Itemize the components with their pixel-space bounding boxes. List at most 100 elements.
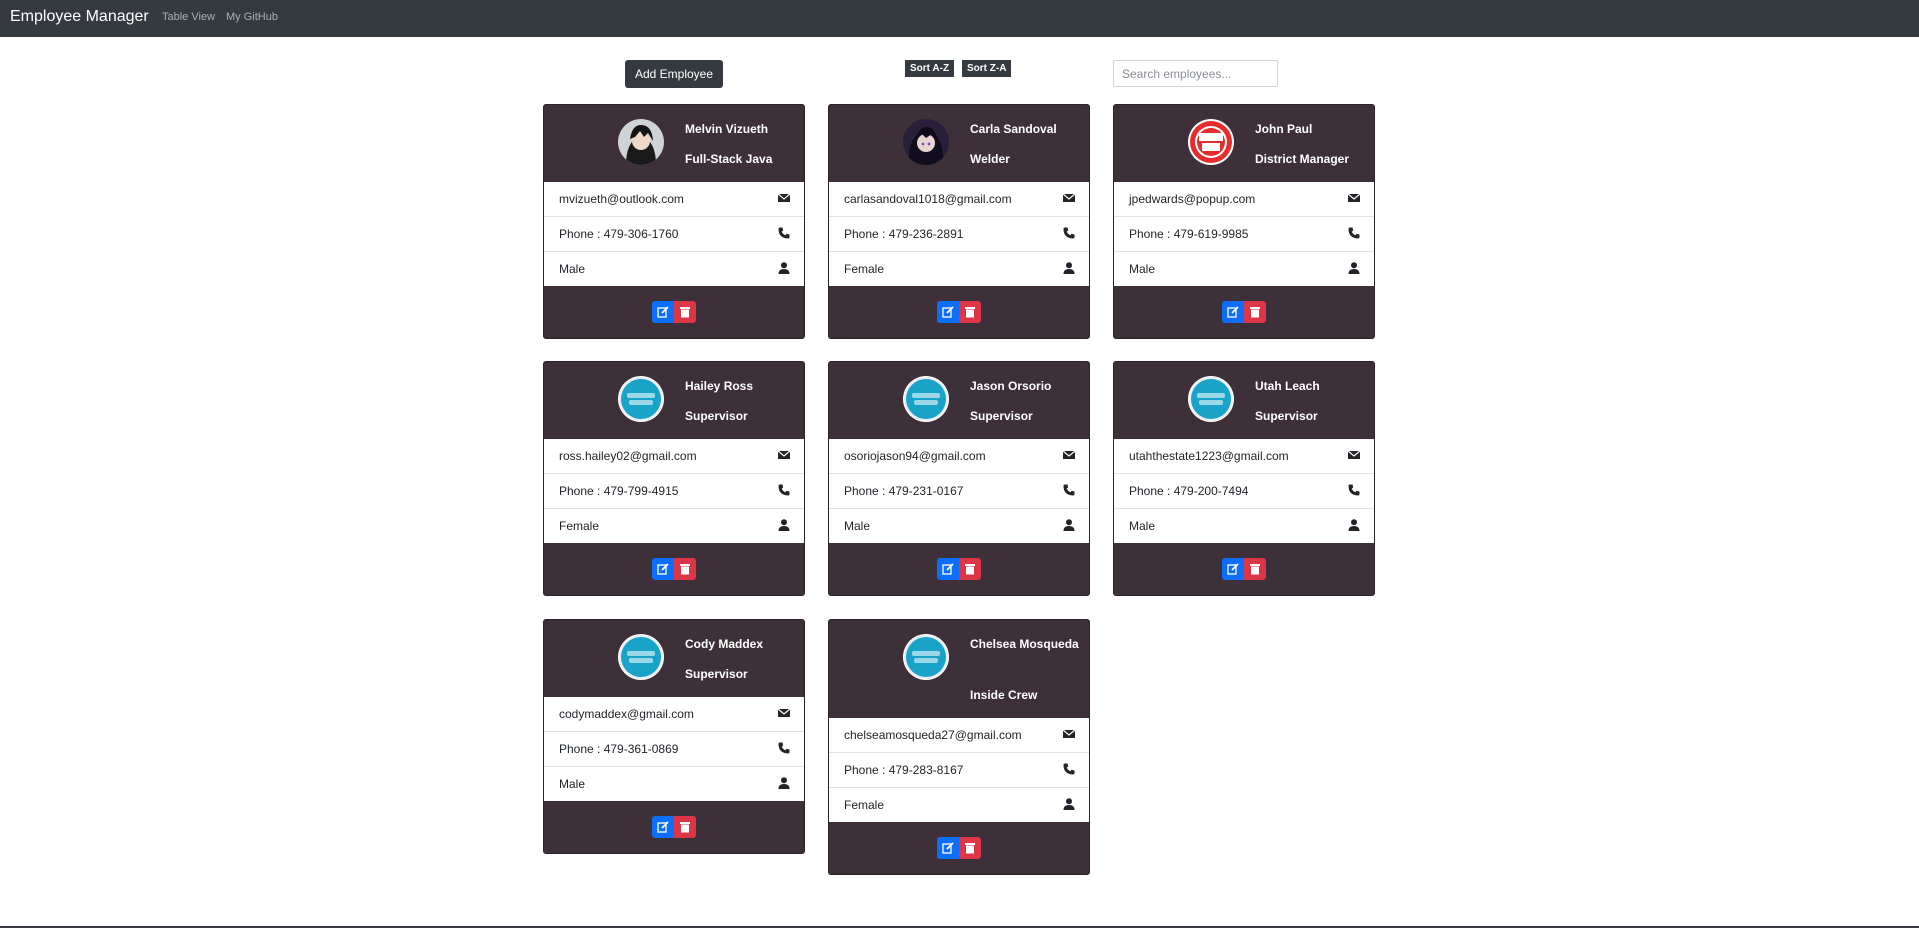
employee-name: Hailey Ross bbox=[685, 379, 754, 393]
search-input[interactable] bbox=[1113, 60, 1278, 87]
employee-title: Supervisor bbox=[685, 667, 748, 681]
phone-icon bbox=[1063, 763, 1075, 775]
envelope-icon bbox=[1063, 729, 1075, 738]
edit-icon bbox=[1227, 563, 1239, 575]
employee-card: Jason Orsorio Supervisor osoriojason94@g… bbox=[828, 361, 1090, 596]
delete-button[interactable] bbox=[1244, 301, 1266, 323]
trash-icon bbox=[965, 564, 975, 575]
phone-text: Phone : 479-306-1760 bbox=[559, 227, 679, 241]
edit-button[interactable] bbox=[652, 816, 674, 838]
email-text: osoriojason94@gmail.com bbox=[844, 449, 986, 463]
phone-row: Phone : 479-306-1760 bbox=[544, 217, 804, 252]
edit-button[interactable] bbox=[937, 837, 959, 859]
info-list: codymaddex@gmail.com Phone : 479-361-086… bbox=[544, 697, 804, 801]
gender-row: Male bbox=[1114, 509, 1374, 543]
edit-button[interactable] bbox=[1222, 558, 1244, 580]
delete-button[interactable] bbox=[959, 558, 981, 580]
card-header: Hailey Ross Supervisor bbox=[544, 362, 804, 439]
avatar bbox=[903, 119, 949, 165]
employee-title: Supervisor bbox=[1255, 409, 1318, 423]
person-icon bbox=[778, 519, 790, 531]
add-employee-button[interactable]: Add Employee bbox=[625, 60, 723, 88]
card-actions bbox=[544, 286, 804, 338]
envelope-icon bbox=[1348, 193, 1360, 202]
email-row: codymaddex@gmail.com bbox=[544, 697, 804, 732]
phone-text: Phone : 479-361-0869 bbox=[559, 742, 679, 756]
phone-icon bbox=[1348, 484, 1360, 496]
employee-card: Utah Leach Supervisor utahthestate1223@g… bbox=[1113, 361, 1375, 596]
avatar bbox=[618, 376, 664, 422]
employee-name: Chelsea Mosqueda bbox=[970, 637, 1079, 651]
card-actions bbox=[1114, 286, 1374, 338]
phone-icon bbox=[1348, 227, 1360, 239]
employee-name: Cody Maddex bbox=[685, 637, 764, 651]
edit-button[interactable] bbox=[937, 301, 959, 323]
person-icon bbox=[1348, 519, 1360, 531]
email-text: codymaddex@gmail.com bbox=[559, 707, 694, 721]
delete-button[interactable] bbox=[674, 301, 696, 323]
avatar bbox=[1188, 119, 1234, 165]
envelope-icon bbox=[1348, 450, 1360, 459]
edit-icon bbox=[942, 563, 954, 575]
edit-icon bbox=[657, 563, 669, 575]
email-row: utahthestate1223@gmail.com bbox=[1114, 439, 1374, 474]
delete-button[interactable] bbox=[959, 837, 981, 859]
edit-button[interactable] bbox=[652, 301, 674, 323]
delete-button[interactable] bbox=[959, 301, 981, 323]
employee-title: Supervisor bbox=[685, 409, 748, 423]
employee-name: John Paul bbox=[1255, 122, 1313, 136]
brand-title[interactable]: Employee Manager bbox=[10, 8, 149, 26]
edit-button[interactable] bbox=[652, 558, 674, 580]
email-row: osoriojason94@gmail.com bbox=[829, 439, 1089, 474]
email-row: mvizueth@outlook.com bbox=[544, 182, 804, 217]
employee-name: Jason Orsorio bbox=[970, 379, 1052, 393]
employee-card: Chelsea Mosqueda Inside Crew chelseamosq… bbox=[828, 619, 1090, 875]
delete-button[interactable] bbox=[674, 558, 696, 580]
phone-row: Phone : 479-236-2891 bbox=[829, 217, 1089, 252]
nav-link-github[interactable]: My GitHub bbox=[226, 11, 278, 23]
employee-card: Melvin Vizueth Full-Stack Java mvizueth@… bbox=[543, 104, 805, 339]
sort-za-button[interactable]: Sort Z-A bbox=[962, 60, 1012, 77]
envelope-icon bbox=[1063, 450, 1075, 459]
card-header: John Paul District Manager bbox=[1114, 105, 1374, 182]
envelope-icon bbox=[1063, 193, 1075, 202]
info-list: osoriojason94@gmail.com Phone : 479-231-… bbox=[829, 439, 1089, 543]
envelope-icon bbox=[778, 193, 790, 202]
info-list: jpedwards@popup.com Phone : 479-619-9985… bbox=[1114, 182, 1374, 286]
edit-icon bbox=[942, 306, 954, 318]
phone-row: Phone : 479-799-4915 bbox=[544, 474, 804, 509]
employee-card: Carla Sandoval Welder carlasandoval1018@… bbox=[828, 104, 1090, 339]
gender-row: Male bbox=[544, 252, 804, 286]
person-icon bbox=[1063, 519, 1075, 531]
phone-icon bbox=[1063, 484, 1075, 496]
card-header: Cody Maddex Supervisor bbox=[544, 620, 804, 697]
phone-row: Phone : 479-619-9985 bbox=[1114, 217, 1374, 252]
card-actions bbox=[544, 801, 804, 853]
gender-text: Male bbox=[559, 777, 586, 791]
phone-icon bbox=[778, 484, 790, 496]
phone-row: Phone : 479-361-0869 bbox=[544, 732, 804, 767]
sort-az-button[interactable]: Sort A-Z bbox=[905, 60, 955, 77]
delete-button[interactable] bbox=[674, 816, 696, 838]
gender-text: Female bbox=[844, 798, 885, 812]
gender-row: Female bbox=[544, 509, 804, 543]
avatar bbox=[1188, 376, 1234, 422]
avatar bbox=[903, 634, 949, 680]
edit-icon bbox=[657, 821, 669, 833]
gender-text: Male bbox=[559, 262, 586, 276]
nav-link-table-view[interactable]: Table View bbox=[162, 11, 215, 23]
phone-row: Phone : 479-200-7494 bbox=[1114, 474, 1374, 509]
card-actions bbox=[829, 543, 1089, 595]
card-actions bbox=[1114, 543, 1374, 595]
edit-icon bbox=[657, 306, 669, 318]
delete-button[interactable] bbox=[1244, 558, 1266, 580]
card-actions bbox=[544, 543, 804, 595]
edit-button[interactable] bbox=[1222, 301, 1244, 323]
avatar bbox=[903, 376, 949, 422]
employee-title: Welder bbox=[970, 152, 1010, 166]
email-text: chelseamosqueda27@gmail.com bbox=[844, 728, 1022, 742]
edit-button[interactable] bbox=[937, 558, 959, 580]
avatar bbox=[618, 119, 664, 165]
phone-icon bbox=[778, 742, 790, 754]
card-actions bbox=[829, 822, 1089, 874]
